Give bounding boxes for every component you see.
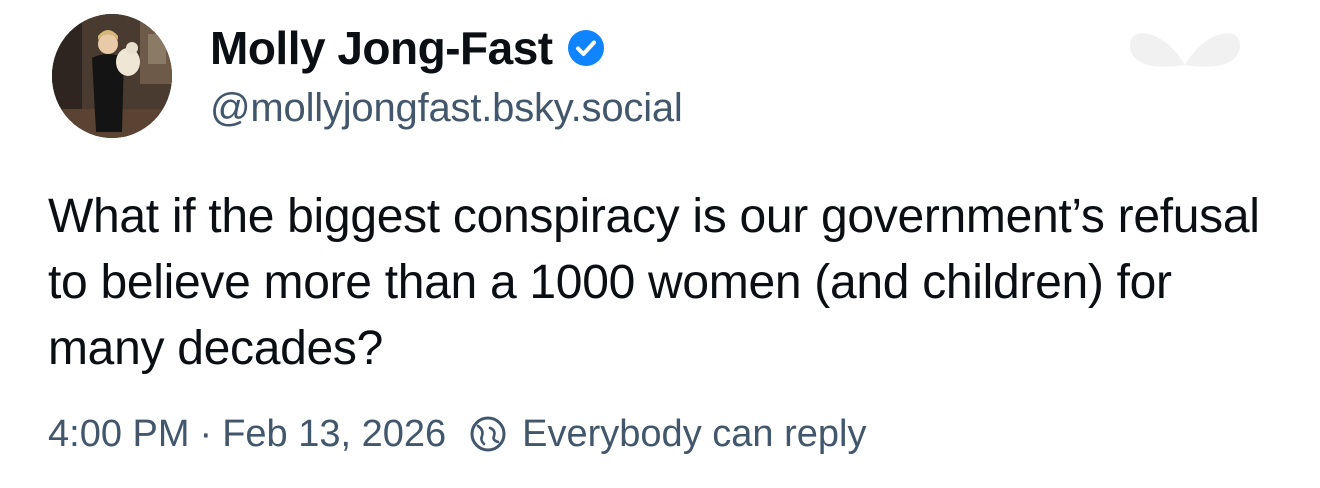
meta-separator: · bbox=[199, 412, 213, 455]
author-name-row: Molly Jong-Fast bbox=[210, 22, 605, 74]
verified-check-icon[interactable] bbox=[567, 29, 605, 67]
profile-photo bbox=[52, 14, 172, 138]
author-handle[interactable]: @mollyjongfast.bsky.social bbox=[210, 86, 683, 131]
post-meta: 4:00 PM · Feb 13, 2026 Everybody can rep… bbox=[48, 408, 866, 460]
avatar[interactable] bbox=[52, 14, 172, 138]
globe-icon bbox=[468, 414, 508, 454]
post-text: What if the biggest conspiracy is our go… bbox=[48, 190, 1260, 375]
reply-setting-button[interactable]: Everybody can reply bbox=[468, 413, 866, 456]
reply-setting-label: Everybody can reply bbox=[522, 412, 867, 455]
post-date[interactable]: Feb 13, 2026 bbox=[222, 413, 446, 456]
author-display-name[interactable]: Molly Jong-Fast bbox=[210, 21, 553, 75]
post-card: Molly Jong-Fast @mollyjongfast.bsky.soci… bbox=[0, 0, 1320, 488]
butterfly-watermark-icon bbox=[1130, 33, 1240, 67]
post-time[interactable]: 4:00 PM bbox=[48, 413, 190, 456]
